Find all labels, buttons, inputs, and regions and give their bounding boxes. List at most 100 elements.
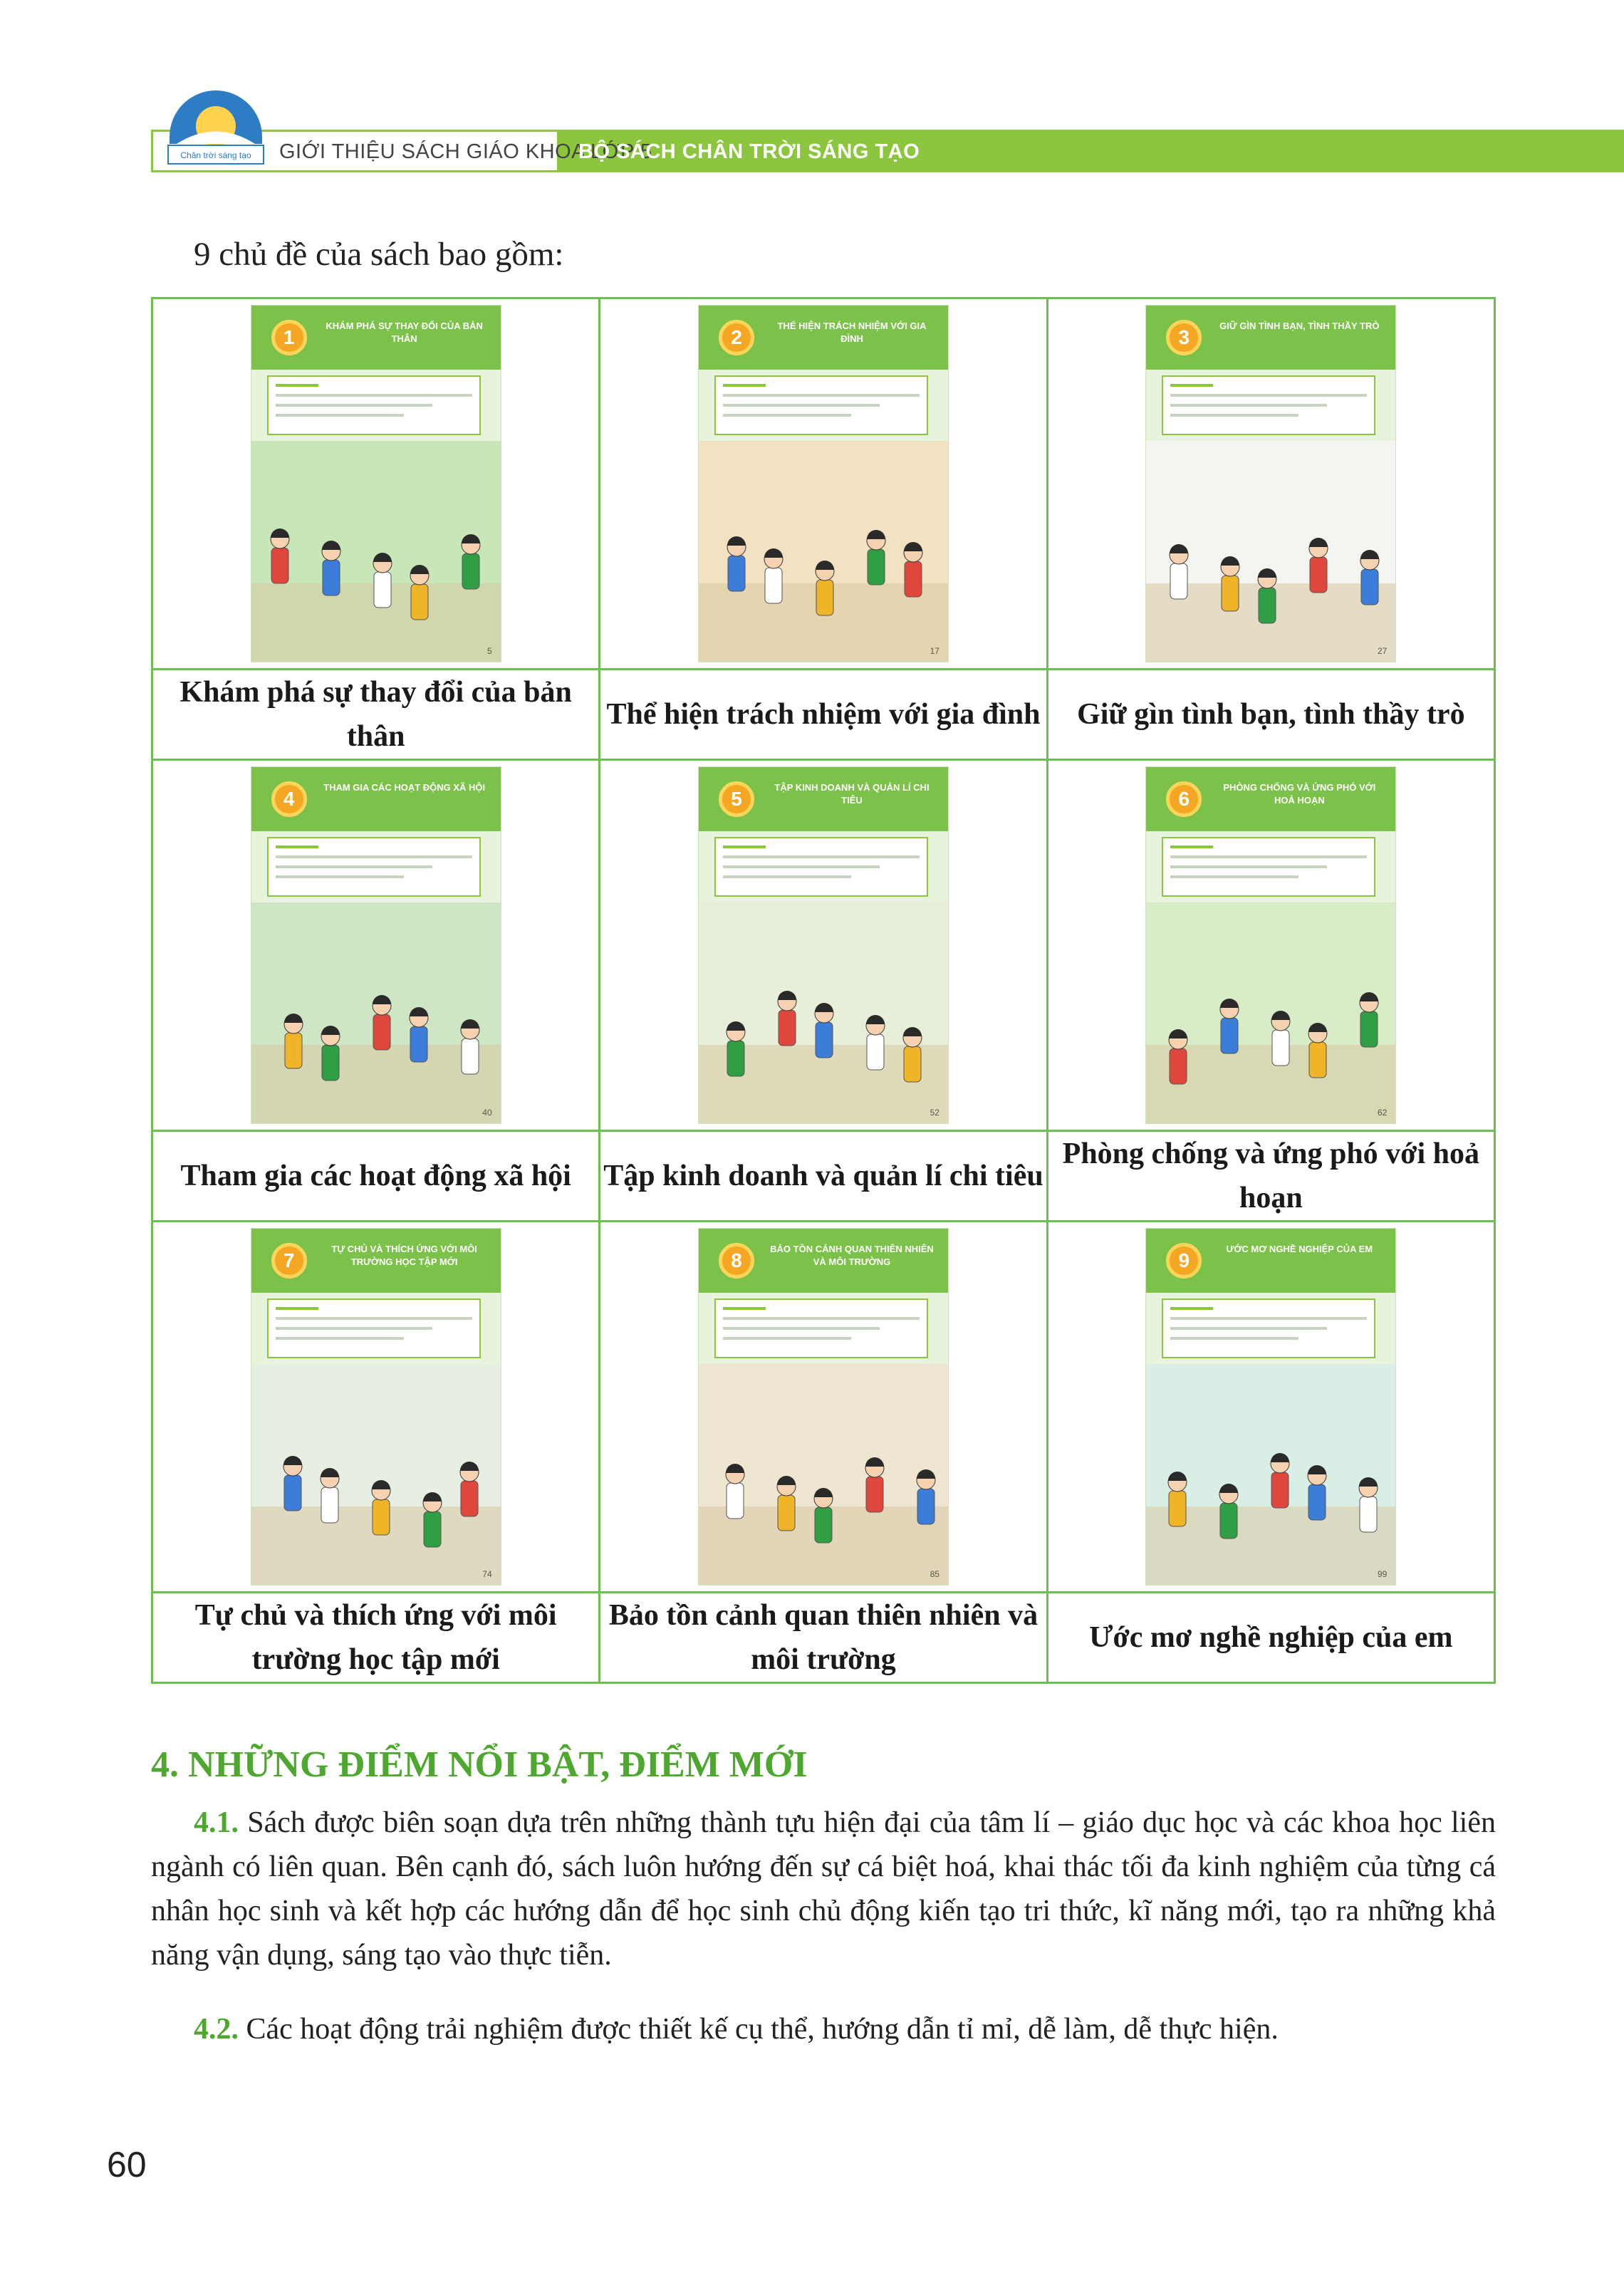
cover-objectives-box xyxy=(1162,837,1376,897)
paragraph-4-1: 4.1. Sách được biên soạn dựa trên những … xyxy=(151,1801,1496,1977)
topic-caption: Bảo tồn cảnh quan thiên nhiên và môi trư… xyxy=(598,1591,1048,1684)
cover-cell: 4 THAM GIA CÁC HOẠT ĐỘNG XÃ HỘI 40 xyxy=(150,759,601,1132)
cover-page-number: 5 xyxy=(486,646,492,656)
figure-body xyxy=(1221,575,1239,612)
topic-cover: 2 THỂ HIỆN TRÁCH NHIỆM VỚI GIA ĐÌNH 17 xyxy=(698,306,948,662)
figure-body xyxy=(866,1034,885,1071)
page-number: 60 xyxy=(107,2145,147,2185)
cover-objectives-box xyxy=(1162,375,1376,435)
figure-body xyxy=(322,559,340,596)
topic-number-badge: 3 xyxy=(1166,320,1202,355)
cover-illustration xyxy=(251,441,501,662)
cover-objectives-box xyxy=(266,837,481,897)
cover-illustration xyxy=(251,902,501,1123)
cover-title: GIỮ GÌN TÌNH BẠN, TÌNH THẦY TRÒ xyxy=(1219,321,1380,331)
paragraph-4-2: 4.2. Các hoạt động trải nghiệm được thiế… xyxy=(151,2007,1496,2051)
cover-row: 1 KHÁM PHÁ SỰ THAY ĐỔI CỦA BẢN THÂN 5 2 THỂ… xyxy=(150,297,1497,670)
topic-cover: 3 GIỮ GÌN TÌNH BẠN, TÌNH THẦY TRÒ 27 xyxy=(1146,306,1396,662)
figure-body xyxy=(1360,1011,1378,1048)
cover-objectives-box xyxy=(1162,1298,1376,1358)
topic-caption: Phòng chống và ứng phó với hoả hoạn xyxy=(1046,1130,1497,1222)
topic-number-badge: 9 xyxy=(1166,1243,1202,1279)
figure-body xyxy=(462,553,480,590)
topic-number-badge: 8 xyxy=(718,1243,754,1279)
figure-body xyxy=(1309,556,1328,593)
topic-caption: Ước mơ nghề nghiệp của em xyxy=(1046,1591,1497,1684)
figure-body xyxy=(764,567,783,604)
cover-title: PHÒNG CHỐNG VÀ ỨNG PHÓ VỚI HOẢ HOẠN xyxy=(1223,782,1376,806)
cover-row: 4 THAM GIA CÁC HOẠT ĐỘNG XÃ HỘI 40 5 TẬP KI… xyxy=(150,759,1497,1132)
cover-cell: 6 PHÒNG CHỐNG VÀ ỨNG PHÓ VỚI HOẢ HOẠN 62 xyxy=(1046,759,1497,1132)
paragraph-number: 4.1. xyxy=(194,1806,239,1839)
cover-objectives-box xyxy=(266,375,481,435)
figure-body xyxy=(814,1506,833,1544)
header-right-title: BỘ SÁCH CHÂN TRỜI SÁNG TẠO xyxy=(578,140,920,163)
cover-cell: 2 THỂ HIỆN TRÁCH NHIỆM VỚI GIA ĐÌNH 17 xyxy=(598,297,1048,670)
cover-title: THỂ HIỆN TRÁCH NHIỆM VỚI GIA ĐÌNH xyxy=(777,321,927,344)
cover-illustration xyxy=(1146,902,1396,1123)
topic-caption: Khám phá sự thay đổi của bản thân xyxy=(150,668,601,761)
figure-body xyxy=(1308,1484,1326,1521)
cover-page-number: 40 xyxy=(482,1108,492,1118)
cover-cell: 3 GIỮ GÌN TÌNH BẠN, TÌNH THẦY TRÒ 27 xyxy=(1046,297,1497,670)
publisher-logo: Chân trời sáng tạo xyxy=(167,90,264,165)
cover-cell: 7 TỰ CHỦ VÀ THÍCH ỨNG VỚI MÔI TRƯỜNG HỌC … xyxy=(150,1220,601,1593)
figure-body xyxy=(904,561,922,598)
paragraph-text: Các hoạt động trải nghiệm được thiết kế … xyxy=(239,2013,1279,2046)
cover-objectives-box xyxy=(714,1298,928,1358)
topic-caption: Tự chủ và thích ứng với môi trường học t… xyxy=(150,1591,601,1684)
figure-body xyxy=(321,1044,340,1081)
figure-body xyxy=(1169,1048,1187,1085)
cover-cell: 5 TẬP KINH DOANH VÀ QUẢN LÍ CHI TIÊU 52 xyxy=(598,759,1048,1132)
cover-illustration xyxy=(698,902,948,1123)
cover-title: TẬP KINH DOANH VÀ QUẢN LÍ CHI TIÊU xyxy=(774,782,930,806)
figure-body xyxy=(777,1494,796,1531)
figure-body xyxy=(373,571,392,608)
cover-illustration xyxy=(1146,1364,1396,1585)
topic-cover: 6 PHÒNG CHỐNG VÀ ỨNG PHÓ VỚI HOẢ HOẠN 62 xyxy=(1146,767,1396,1123)
cover-page-number: 52 xyxy=(930,1108,939,1118)
figure-body xyxy=(1308,1041,1327,1078)
figure-body xyxy=(1271,1029,1290,1066)
figure-body xyxy=(284,1032,303,1069)
topic-number-badge: 7 xyxy=(271,1243,307,1279)
topic-cover: 9 ƯỚC MƠ NGHỀ NGHIỆP CỦA EM 99 xyxy=(1146,1229,1396,1585)
cover-page-number: 17 xyxy=(930,646,939,656)
cover-objectives-box xyxy=(714,375,928,435)
figure-body xyxy=(1170,563,1188,600)
figure-body xyxy=(283,1474,302,1511)
cover-row: 7 TỰ CHỦ VÀ THÍCH ỨNG VỚI MÔI TRƯỜNG HỌC … xyxy=(150,1220,1497,1593)
figure-body xyxy=(867,548,885,585)
paragraph-number: 4.2. xyxy=(194,2013,239,2046)
cover-objectives-box xyxy=(714,837,928,897)
cover-page-number: 99 xyxy=(1377,1569,1388,1579)
topic-caption: Giữ gìn tình bạn, tình thầy trò xyxy=(1046,668,1497,761)
section-title: 4. NHỮNG ĐIỂM NỔI BẬT, ĐIỂM MỚI xyxy=(151,1744,808,1785)
cover-cell: 9 ƯỚC MƠ NGHỀ NGHIỆP CỦA EM 99 xyxy=(1046,1220,1497,1593)
figure-body xyxy=(815,1021,833,1058)
figure-body xyxy=(410,1026,428,1063)
cover-title: BẢO TỒN CẢNH QUAN THIÊN NHIÊN VÀ MÔI TRƯ… xyxy=(770,1244,934,1267)
cover-page-number: 62 xyxy=(1377,1108,1388,1118)
cover-illustration xyxy=(698,1364,948,1585)
cover-page-number: 27 xyxy=(1377,646,1388,656)
topics-table: 1 KHÁM PHÁ SỰ THAY ĐỔI CỦA BẢN THÂN 5 2 THỂ… xyxy=(150,297,1497,1684)
cover-illustration xyxy=(251,1364,501,1585)
topic-cover: 8 BẢO TỒN CẢNH QUAN THIÊN NHIÊN VÀ MÔI TR… xyxy=(698,1229,948,1585)
caption-row: Tự chủ và thích ứng với môi trường học t… xyxy=(150,1591,1497,1684)
figure-body xyxy=(373,1014,391,1051)
svg-text:Chân trời sáng tạo: Chân trời sáng tạo xyxy=(180,150,251,160)
figure-body xyxy=(372,1499,390,1536)
figure-body xyxy=(1219,1502,1238,1539)
cover-title: ƯỚC MƠ NGHỀ NGHIỆP CỦA EM xyxy=(1226,1244,1373,1254)
figure-body xyxy=(865,1476,884,1513)
cover-page-number: 85 xyxy=(930,1569,939,1579)
cover-title: KHÁM PHÁ SỰ THAY ĐỔI CỦA BẢN THÂN xyxy=(326,321,483,344)
topic-cover: 5 TẬP KINH DOANH VÀ QUẢN LÍ CHI TIÊU 52 xyxy=(698,767,948,1123)
cover-page-number: 74 xyxy=(482,1569,492,1579)
intro-text: 9 chủ đề của sách bao gồm: xyxy=(194,236,564,273)
figure-body xyxy=(1360,568,1379,605)
cover-cell: 1 KHÁM PHÁ SỰ THAY ĐỔI CỦA BẢN THÂN 5 xyxy=(150,297,601,670)
figure-body xyxy=(1359,1496,1378,1533)
cover-objectives-box xyxy=(266,1298,481,1358)
